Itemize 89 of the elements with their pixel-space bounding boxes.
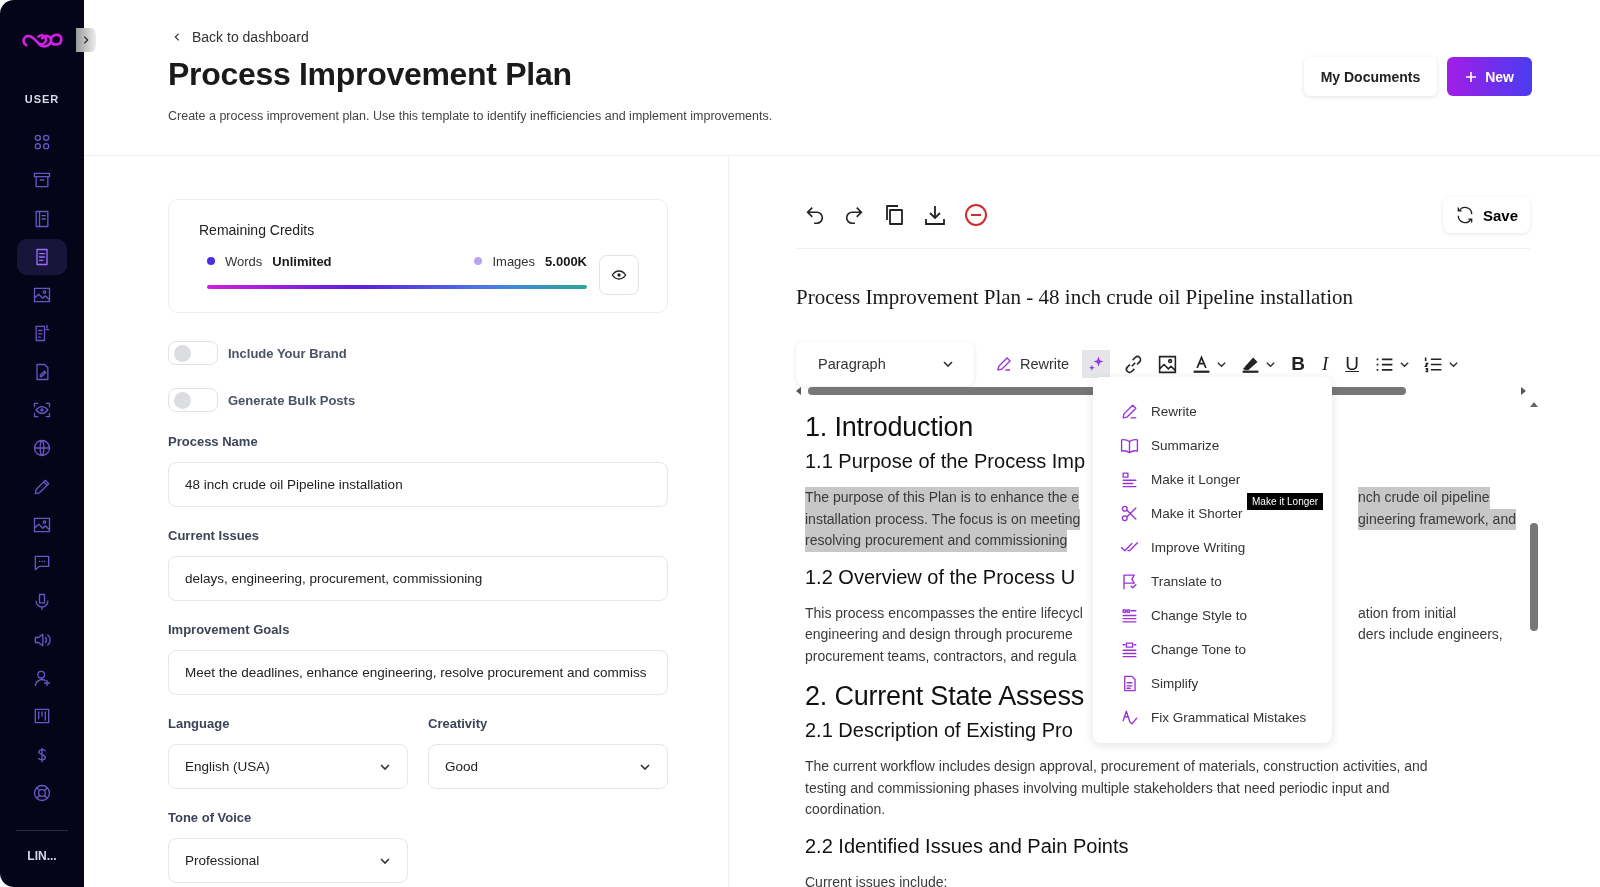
toggle-label: Include Your Brand xyxy=(228,345,347,361)
flag-icon xyxy=(1120,571,1139,591)
save-button[interactable]: Save xyxy=(1442,197,1530,233)
input-field[interactable]: Meet the deadlines, enhance engineering, resolve procurement and commiss xyxy=(168,650,668,695)
menu-item[interactable]: Make it Shorter xyxy=(1093,496,1247,530)
paragraph-text: The current workflow includes design approval, procurement of materials, construction activities, and xyxy=(805,757,1428,776)
page-title: Process Improvement Plan xyxy=(168,56,573,93)
block-style-select[interactable]: Paragraph xyxy=(796,342,974,386)
user-plus-icon xyxy=(32,668,52,689)
plus-icon xyxy=(1465,70,1478,83)
sidebar-item[interactable] xyxy=(17,238,67,275)
align-lines-icon xyxy=(1120,639,1139,659)
toggle-switch[interactable] xyxy=(168,388,218,412)
paragraph-text: resolving procurement and commissioning xyxy=(805,530,1068,552)
rewrite-button[interactable]: Rewrite xyxy=(995,355,1070,373)
select-field[interactable]: Good xyxy=(428,744,668,789)
undo-icon[interactable] xyxy=(804,204,826,226)
section-label: USER xyxy=(24,93,60,105)
documents-button[interactable]: My Documents xyxy=(1303,57,1438,96)
chevron-left-icon xyxy=(172,32,182,42)
bold-button[interactable]: B xyxy=(1289,353,1307,375)
underline-button[interactable]: U xyxy=(1343,353,1361,375)
scissors-icon xyxy=(1120,503,1139,523)
paragraph-text: coordination. xyxy=(805,800,886,819)
eye-button[interactable] xyxy=(599,255,639,295)
credit-label: Words xyxy=(225,253,263,269)
page-subtitle: Create a process improvement plan. Use this template to identify inefficiencies and implement improvements. xyxy=(168,109,773,123)
toggle-switch[interactable] xyxy=(168,341,218,365)
document-subheading: 1.1 Purpose of the Process Imp xyxy=(805,450,1086,473)
select-field[interactable]: Professional xyxy=(168,838,408,883)
sparkle-button[interactable] xyxy=(1082,350,1111,378)
document-subheading: 2.1 Description of Existing Pro xyxy=(805,719,1073,742)
menu-item[interactable]: Simplify xyxy=(1093,666,1203,700)
chevron-right-icon xyxy=(81,35,91,45)
menu-item[interactable]: Translate to xyxy=(1093,564,1226,598)
toggle-label: Generate Bulk Posts xyxy=(228,392,356,408)
pencil-icon xyxy=(995,355,1013,373)
paragraph-text: installation process. The focus is on meeting xyxy=(805,508,1081,530)
grid-icon xyxy=(32,132,52,152)
field-label: Improvement Goals xyxy=(168,622,291,637)
globe-icon xyxy=(32,438,52,459)
menu-item[interactable]: Make it Longer xyxy=(1093,462,1245,496)
menu-item[interactable]: Fix Grammatical Mistakes xyxy=(1093,700,1311,734)
paragraph-text: This process encompasses the entire lifecycl xyxy=(805,603,1083,623)
eye-icon xyxy=(611,267,627,283)
paragraph-text: engineering and design through procureme xyxy=(805,625,1073,644)
menu-item[interactable]: Change Tone to xyxy=(1093,632,1251,666)
document-heading: 2. Current State Assess xyxy=(805,681,1085,712)
field-label: Language xyxy=(168,716,231,731)
chevron-down-icon xyxy=(942,358,954,370)
paragraph-text: Current issues include: xyxy=(805,872,948,887)
credit-value: 5.000K xyxy=(545,253,587,269)
field-label: Process Name xyxy=(168,434,259,449)
tooltip: Make it Longer xyxy=(1247,493,1324,510)
select-field[interactable]: English (USA) xyxy=(168,744,408,789)
workspace-label[interactable]: LIN... xyxy=(16,830,68,863)
document-title[interactable]: Process Improvement Plan - 48 inch crude oil Pipeline installation xyxy=(796,285,1530,310)
paragraph-text: testing and commissioning phases involving multiple stakeholders that need periodic input and xyxy=(805,778,1390,798)
menu-item[interactable]: Rewrite xyxy=(1093,394,1201,428)
paragraph-text: ders include engineers, xyxy=(1358,625,1503,644)
document-heading: 1. Introduction xyxy=(805,412,974,443)
pencil-icon xyxy=(1120,401,1139,421)
paragraph-text: gineering framework, and xyxy=(1358,508,1516,530)
field-label: Current Issues xyxy=(168,528,261,543)
italic-button[interactable]: I xyxy=(1319,353,1331,375)
collapse-button[interactable] xyxy=(76,28,96,52)
menu-item[interactable]: Change Style to xyxy=(1093,598,1252,632)
text-lines-icon xyxy=(1120,469,1139,489)
credit-label: Images xyxy=(492,253,536,269)
input-field[interactable]: 48 inch crude oil Pipeline installation xyxy=(168,462,668,507)
credits-title: Remaining Credits xyxy=(199,222,316,238)
new-button[interactable]: New xyxy=(1447,57,1532,96)
document-subheading: 1.2 Overview of the Process U xyxy=(805,565,1076,589)
back-link[interactable]: Back to dashboard xyxy=(168,29,309,45)
lifebuoy-icon xyxy=(32,783,52,804)
paragraph-text: nch crude oil pipeline xyxy=(1358,487,1490,509)
menu-item[interactable]: Summarize xyxy=(1093,428,1224,462)
paragraph-text: The purpose of this Plan is to enhance the e xyxy=(805,487,1079,509)
image-icon[interactable] xyxy=(1157,353,1179,375)
paragraph-text: procurement teams, contractors, and regula xyxy=(805,646,1077,666)
field-label: Creativity xyxy=(428,716,489,731)
paragraph-text: ation from initial xyxy=(1358,603,1457,623)
field-label: Tone of Voice xyxy=(168,810,253,825)
input-field[interactable]: delays, engineering, procurement, commissioning xyxy=(168,556,668,601)
redo-icon[interactable] xyxy=(843,204,865,226)
credit-value: Unlimited xyxy=(272,253,332,269)
download-icon[interactable] xyxy=(923,203,947,227)
menu-item[interactable]: Improve Writing xyxy=(1093,530,1250,564)
document-subheading: 2.2 Identified Issues and Pain Points xyxy=(805,834,1129,858)
